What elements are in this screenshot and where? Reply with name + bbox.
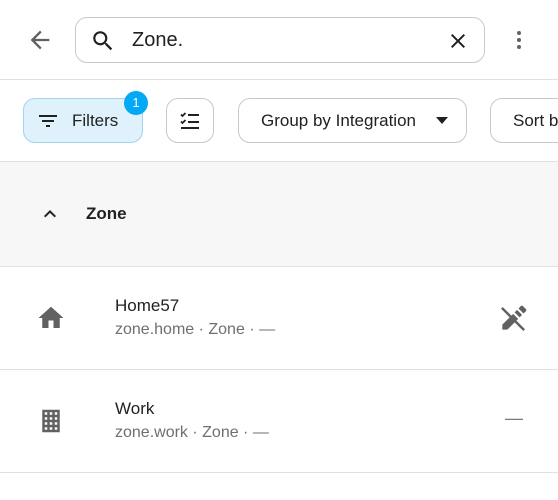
table-row[interactable]: Work zone.work · Zone · — — [0, 370, 558, 473]
entity-subtitle: zone.work · Zone · — [115, 424, 269, 441]
pencil-off-icon[interactable] [497, 303, 529, 335]
search-toolbar: Zone. [0, 0, 558, 80]
status-placeholder: — [505, 408, 523, 428]
filters-count-badge: 1 [124, 91, 148, 115]
chevron-up-icon[interactable] [38, 202, 62, 226]
arrow-left-icon [30, 30, 50, 50]
entity-subtitle: zone.home · Zone · — [115, 321, 276, 338]
caret-down-icon [436, 117, 448, 124]
group-header-zone[interactable]: Zone [0, 162, 558, 267]
entity-name: Home57 [115, 296, 180, 315]
search-field[interactable]: Zone. [75, 17, 485, 63]
more-options-button[interactable] [505, 22, 533, 58]
filter-list-icon [39, 114, 57, 127]
search-icon [93, 31, 113, 51]
close-icon[interactable] [446, 29, 470, 53]
search-input[interactable]: Zone. [132, 18, 432, 62]
entity-name: Work [115, 399, 155, 418]
table-row[interactable]: Home57 zone.home · Zone · — [0, 267, 558, 370]
sort-by-dropdown[interactable]: Sort b [490, 98, 558, 143]
more-vertical-icon [517, 31, 521, 49]
group-title: Zone [86, 204, 127, 223]
home-icon [38, 306, 64, 328]
office-building-icon [42, 409, 60, 433]
back-button[interactable] [22, 22, 58, 58]
filters-label: Filters [72, 110, 119, 130]
selection-mode-button[interactable] [166, 98, 214, 143]
sort-by-label: Sort b [513, 110, 558, 130]
group-by-label: Group by Integration [261, 110, 416, 130]
app-root: Zone. Filters 1 Group by Integration Sor… [0, 0, 558, 500]
group-by-dropdown[interactable]: Group by Integration [238, 98, 467, 143]
checklist-icon [180, 111, 199, 129]
filter-toolbar: Filters 1 Group by Integration Sort b [0, 80, 558, 162]
